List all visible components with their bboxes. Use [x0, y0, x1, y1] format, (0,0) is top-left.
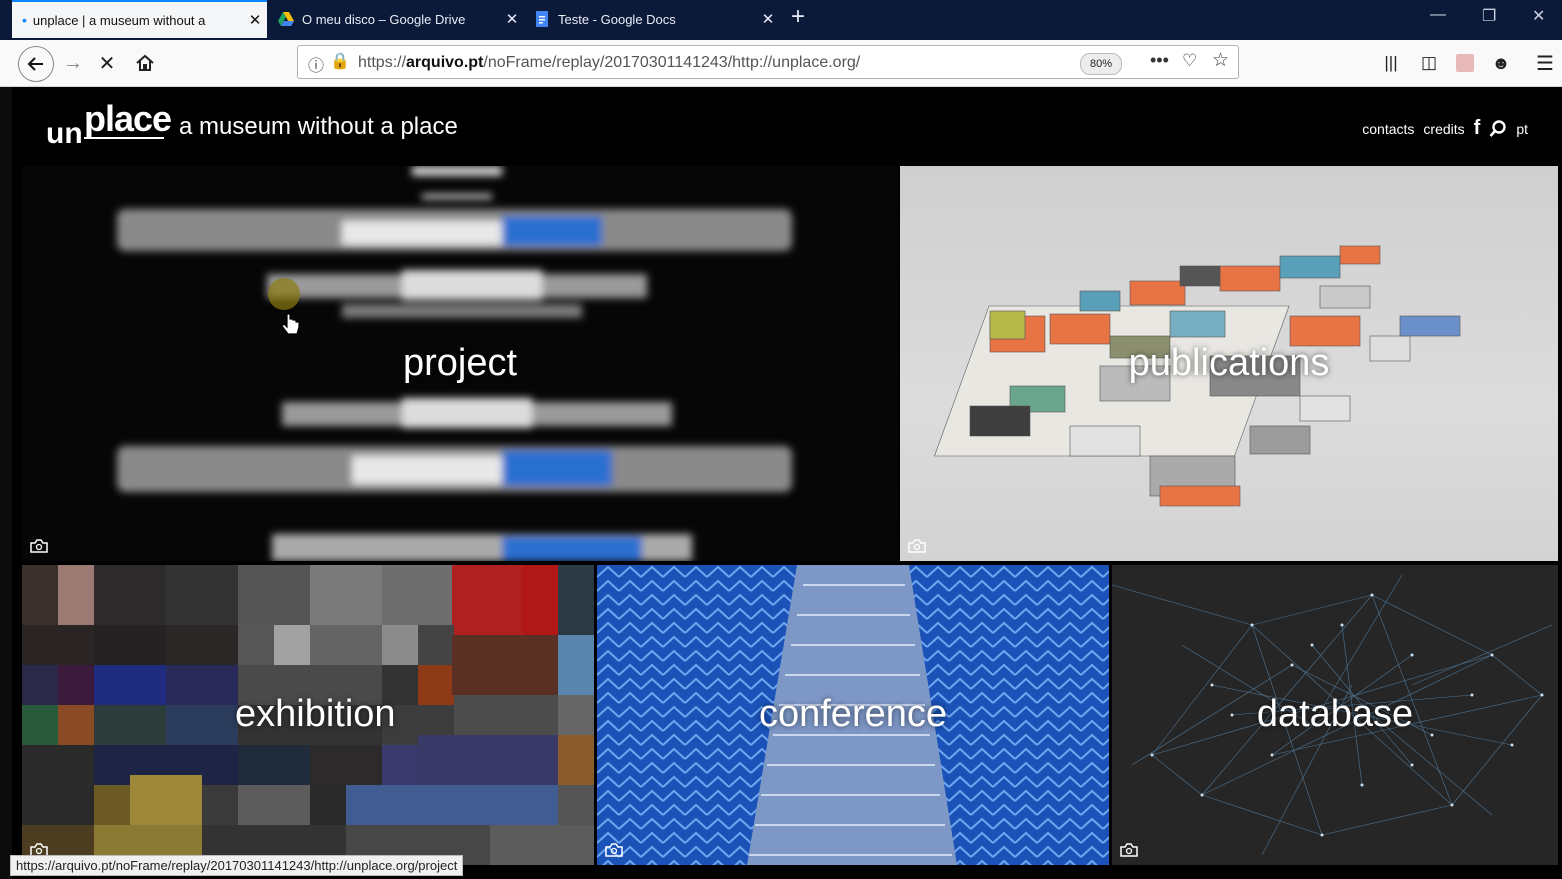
tile-conference[interactable]: conference — [597, 565, 1109, 865]
tab-google-docs[interactable]: Teste - Google Docs ✕ — [524, 0, 780, 38]
hand-cursor-icon — [281, 313, 300, 335]
unplace-website: place un a museum without a place contac… — [12, 87, 1562, 879]
top-navigation: contacts credits f pt — [1362, 117, 1528, 140]
tile-title: conference — [758, 693, 947, 735]
tab-label: O meu disco – Google Drive — [302, 11, 466, 27]
page-actions-icon[interactable]: ••• — [1150, 50, 1169, 71]
library-icon[interactable]: ||| — [1376, 48, 1406, 78]
tab-strip: • unplace | a museum without a ✕ O meu d… — [0, 0, 1562, 40]
tab-label: Teste - Google Docs — [558, 11, 676, 27]
tile-title: project — [402, 342, 518, 384]
tab-google-drive[interactable]: O meu disco – Google Drive ✕ — [268, 0, 524, 38]
tile-project[interactable]: project — [22, 166, 898, 561]
tab-label: unplace | a museum without a — [32, 12, 206, 28]
nav-contacts-link[interactable]: contacts — [1362, 121, 1414, 137]
home-icon — [136, 54, 154, 71]
tile-publications[interactable]: publications — [900, 166, 1558, 561]
url-text[interactable]: https://arquivo.pt/noFrame/replay/201703… — [358, 54, 860, 72]
forward-button[interactable]: → — [58, 48, 88, 78]
camera-icon — [30, 539, 48, 553]
sidebar-icon[interactable]: ◫ — [1414, 48, 1444, 78]
close-tab-icon[interactable]: ✕ — [243, 11, 267, 29]
pocket-icon[interactable]: ♡ — [1182, 51, 1197, 71]
close-tab-icon[interactable]: ✕ — [756, 10, 780, 28]
tab-unplace[interactable]: • unplace | a museum without a ✕ — [12, 0, 267, 38]
nav-credits-link[interactable]: credits — [1423, 121, 1464, 137]
tile-title: exhibition — [235, 693, 396, 735]
language-link-pt[interactable]: pt — [1516, 121, 1528, 137]
site-tagline: a museum without a place — [179, 113, 458, 140]
site-info-icon[interactable]: ⓘ — [308, 52, 324, 76]
status-bar-url: https://arquivo.pt/noFrame/replay/201703… — [10, 855, 464, 876]
camera-icon — [1120, 843, 1138, 857]
url-bar[interactable]: ⓘ 🔒 https://arquivo.pt/noFrame/replay/20… — [297, 45, 1239, 79]
tile-database[interactable]: database — [1112, 565, 1558, 865]
back-button[interactable] — [18, 46, 54, 82]
account-icon[interactable]: ☻ — [1486, 48, 1516, 78]
pdf-extension-icon[interactable] — [1450, 48, 1480, 78]
search-icon[interactable] — [1489, 119, 1507, 138]
home-button[interactable] — [130, 48, 160, 78]
back-arrow-icon — [27, 57, 43, 71]
google-drive-icon — [278, 12, 294, 26]
restore-icon[interactable]: ❐ — [1482, 6, 1496, 26]
close-tab-icon[interactable]: ✕ — [500, 10, 524, 28]
insecure-lock-icon[interactable]: 🔒 — [330, 51, 350, 71]
tile-title: database — [1256, 693, 1414, 735]
loading-dot-icon: • — [22, 12, 27, 28]
navigation-toolbar: → ✕ ⓘ 🔒 https://arquivo.pt/noFrame/repla… — [0, 40, 1562, 87]
stop-loading-button[interactable]: ✕ — [92, 48, 122, 78]
zoom-indicator[interactable]: 80% — [1080, 53, 1122, 75]
facebook-icon[interactable]: f — [1474, 117, 1481, 140]
menu-icon[interactable]: ☰ — [1530, 48, 1560, 78]
google-docs-icon — [536, 11, 548, 27]
new-tab-button[interactable]: + — [784, 3, 812, 31]
tile-title: publications — [1128, 342, 1330, 384]
camera-icon — [605, 843, 623, 857]
bookmark-star-icon[interactable]: ☆ — [1212, 49, 1229, 72]
minimize-icon[interactable]: — — [1430, 6, 1446, 24]
camera-icon — [908, 539, 926, 553]
close-window-icon[interactable]: ✕ — [1532, 6, 1545, 26]
tile-exhibition[interactable]: exhibition — [22, 565, 594, 865]
